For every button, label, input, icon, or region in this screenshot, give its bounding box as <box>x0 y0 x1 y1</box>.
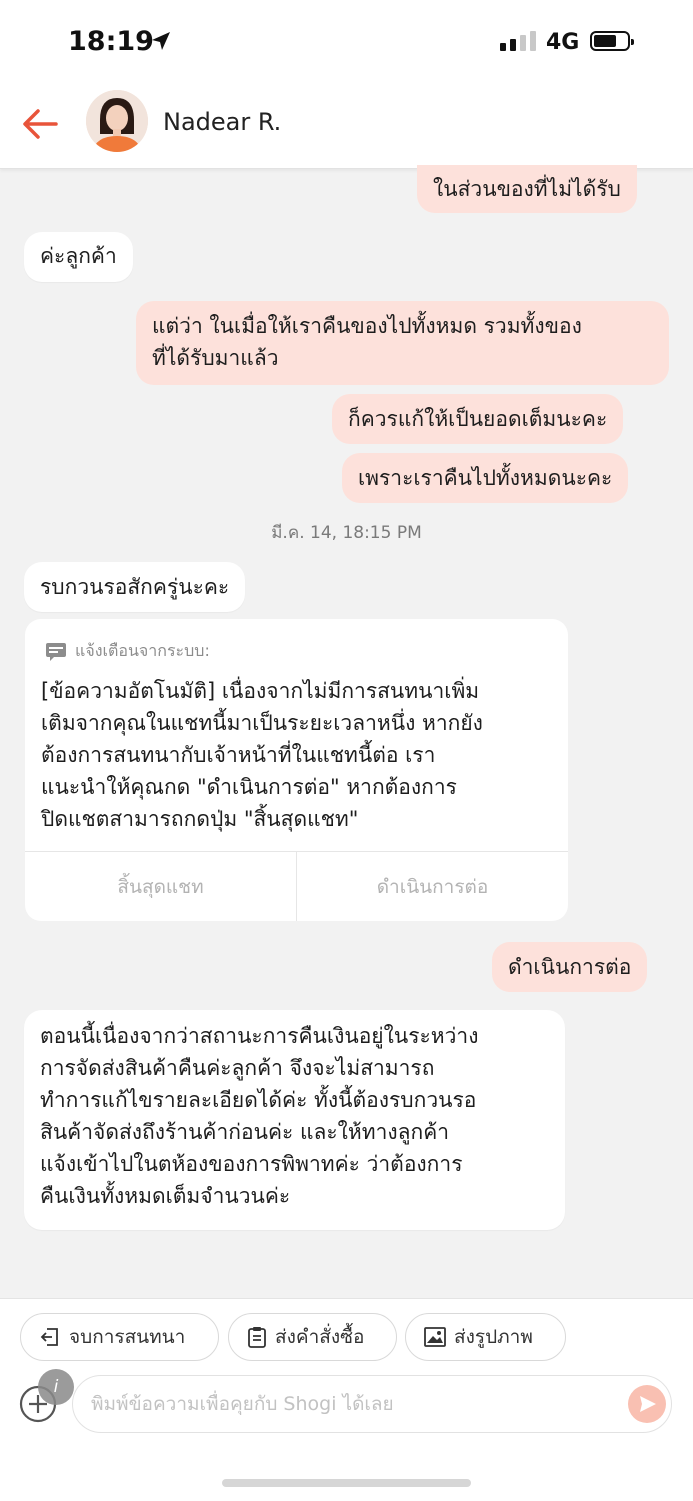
location-arrow-icon <box>152 32 170 50</box>
message-text-line: แจ้งเข้าไปในตห้องของการพิพาทค่ะ ว่าต้องก… <box>40 1152 463 1176</box>
message-text-line: สินค้าจัดส่งถึงร้านค้าก่อนค่ะ และให้ทางล… <box>40 1120 450 1144</box>
message-text-line: การจัดส่งสินค้าคืนค่ะลูกค้า จึงจะไม่สามา… <box>40 1056 435 1080</box>
message-text: เพราะเราคืนไปทั้งหมดนะคะ <box>358 466 613 490</box>
contact-name: Nadear R. <box>163 108 282 136</box>
chip-label: ส่งรูปภาพ <box>454 1326 533 1348</box>
chip-label: จบการสนทนา <box>69 1326 186 1348</box>
end-conversation-chip[interactable]: จบการสนทนา <box>20 1313 219 1361</box>
message-text: ค่ะลูกค้า <box>40 244 117 268</box>
system-card-line: ปิดแชตสามารถกดปุ่ม "สิ้นสุดแชท" <box>41 807 359 831</box>
message-outgoing: เพราะเราคืนไปทั้งหมดนะคะ <box>342 453 629 503</box>
message-box-icon <box>46 642 66 661</box>
message-text: ก็ควรแก้ให้เป็นยอดเต็มนะคะ <box>348 407 608 431</box>
system-card-line: [ข้อความอัตโนมัติ] เนื่องจากไม่มีการสนทน… <box>41 679 480 703</box>
message-outgoing: ก็ควรแก้ให้เป็นยอดเต็มนะคะ <box>332 394 624 444</box>
exit-icon <box>40 1328 58 1346</box>
message-incoming: รบกวนรอสักครู่นะคะ <box>24 562 246 612</box>
system-card-body: [ข้อความอัตโนมัติ] เนื่องจากไม่มีการสนทน… <box>41 675 556 835</box>
send-button[interactable] <box>628 1385 666 1423</box>
info-icon[interactable]: i <box>38 1369 74 1405</box>
chat-header: Nadear R. <box>0 82 693 169</box>
message-text: ดำเนินการต่อ <box>508 955 632 979</box>
status-time: 18:19 <box>68 26 154 57</box>
message-outgoing: แต่ว่า ในเมื่อให้เราคืนของไปทั้งหมด รวมท… <box>136 301 669 385</box>
system-card-line: ต้องการสนทนากับเจ้าหน้าที่ในแชทนี้ต่อ เร… <box>41 743 436 767</box>
image-icon <box>424 1327 446 1347</box>
home-indicator <box>222 1479 471 1487</box>
back-arrow-icon[interactable] <box>20 104 60 144</box>
send-order-chip[interactable]: ส่งคำสั่งซื้อ <box>228 1313 397 1361</box>
clipboard-icon <box>248 1327 266 1348</box>
signal-icon <box>500 31 536 51</box>
message-incoming: ค่ะลูกค้า <box>24 232 133 282</box>
send-icon <box>640 1396 656 1412</box>
continue-button[interactable]: ดำเนินการต่อ <box>296 852 568 921</box>
avatar[interactable] <box>86 90 148 152</box>
network-type: 4G <box>546 30 580 55</box>
message-outgoing: ดำเนินการต่อ <box>492 942 648 992</box>
message-text-line: ตอนนี้เนื่องจากว่าสถานะการคืนเงินอยู่ในร… <box>40 1024 479 1048</box>
message-text-line: ทำการแก้ไขรายละเอียดได้ค่ะ ทั้งนี้ต้องรบ… <box>40 1088 477 1112</box>
system-card-actions: สิ้นสุดแชท ดำเนินการต่อ <box>25 851 568 921</box>
message-text: รบกวนรอสักครู่นะคะ <box>40 575 230 599</box>
system-card-title: แจ้งเตือนจากระบบ: <box>75 641 210 660</box>
status-bar: 18:19 4G <box>0 0 693 82</box>
message-incoming: ตอนนี้เนื่องจากว่าสถานะการคืนเงินอยู่ในร… <box>24 1010 565 1230</box>
composer-area: จบการสนทนา ส่งคำสั่งซื้อ ส่งรูปภาพ i <box>0 1298 693 1501</box>
system-notification-card: แจ้งเตือนจากระบบ: [ข้อความอัตโนมัติ] เนื… <box>25 619 568 921</box>
system-card-header: แจ้งเตือนจากระบบ: <box>45 639 210 664</box>
chip-label: ส่งคำสั่งซื้อ <box>275 1326 365 1348</box>
system-card-line: แนะนำให้คุณกด "ดำเนินการต่อ" หากต้องการ <box>41 775 457 799</box>
message-text: ในส่วนของที่ไม่ได้รับ <box>433 177 621 201</box>
send-image-chip[interactable]: ส่งรูปภาพ <box>405 1313 566 1361</box>
battery-icon <box>590 31 634 51</box>
message-text-line: คืนเงินทั้งหมดเต็มจำนวนค่ะ <box>40 1184 291 1208</box>
message-outgoing: ในส่วนของที่ไม่ได้รับ <box>417 165 637 213</box>
message-text-line: ที่ได้รับมาแล้ว <box>152 346 279 370</box>
message-text-line: แต่ว่า ในเมื่อให้เราคืนของไปทั้งหมด รวมท… <box>152 314 582 338</box>
message-input[interactable] <box>72 1375 672 1433</box>
end-chat-button[interactable]: สิ้นสุดแชท <box>25 852 296 921</box>
message-timestamp: มี.ค. 14, 18:15 PM <box>271 523 422 543</box>
system-card-line: เติมจากคุณในแชทนี้มาเป็นระยะเวลาหนึ่ง หา… <box>41 711 483 735</box>
